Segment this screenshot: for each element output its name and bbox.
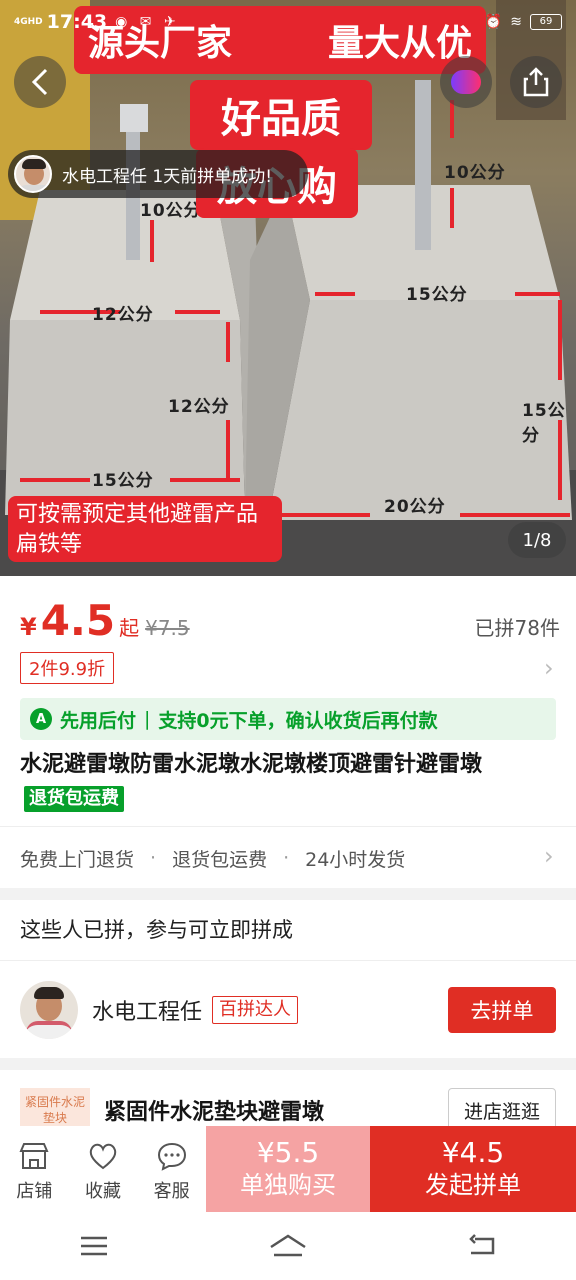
divider (0, 960, 576, 961)
start-group-button[interactable]: ¥4.5 发起拼单 (370, 1126, 576, 1212)
buy-single-button[interactable]: ¥5.5 单独购买 (206, 1126, 370, 1212)
customer-service-label: 客服 (153, 1181, 190, 1202)
recent-group-toast: 水电工程任 1天前拼单成功! (8, 150, 308, 198)
action-icons: 店铺 收藏 客服 (0, 1126, 206, 1212)
price-row: ¥ 4.5 起 ¥7.5 已拼78件 (20, 596, 560, 656)
service-separator: · (150, 847, 157, 869)
service-item: 24小时发货 (305, 848, 406, 871)
store-label: 店铺 (16, 1181, 53, 1202)
product-title-text: 水泥避雷墩防雷水泥墩水泥墩楼顶避雷针避雷墩 (20, 752, 483, 777)
home-icon[interactable] (268, 1233, 308, 1259)
chevron-right-icon[interactable]: › (544, 654, 554, 682)
promo-banner-quality: 好品质 (190, 80, 372, 150)
service-item: 免费上门退货 (20, 848, 135, 871)
pay-later-text: 支持0元下单，确认收货后再付款 (158, 709, 438, 732)
avatar (20, 981, 78, 1039)
section-gap (0, 888, 576, 900)
pay-later-banner[interactable]: A 先用后付 | 支持0元下单，确认收货后再付款 (20, 698, 556, 740)
status-bar: 4GHD 17:43 ◉ ✉ ✈ ⏰ ≋ 69 (0, 0, 576, 44)
dimension-label: 15公分 (522, 401, 566, 446)
dimension-label: 15公分 (92, 471, 154, 491)
currency-symbol: ¥ (20, 613, 37, 641)
wifi-icon: ≋ (510, 14, 522, 30)
promo-banner-custom-order: 可按需预定其他避雷产品扁铁等 (8, 496, 282, 562)
dimension-label: 15公分 (406, 285, 468, 305)
price-from-label: 起 (119, 616, 140, 640)
image-page-indicator: 1/8 (508, 522, 566, 558)
pay-later-label: 先用后付 (60, 709, 137, 732)
service-separator: · (283, 847, 290, 869)
chat-bubble-icon (157, 1142, 186, 1171)
single-price: ¥5.5 (256, 1136, 320, 1169)
divider (0, 826, 576, 827)
bottom-action-bar: 店铺 收藏 客服 ¥5.5 单独购买 ¥4.5 发起拼单 (0, 1126, 576, 1212)
start-group-label: 发起拼单 (425, 1171, 521, 1199)
product-detail-page: 10公分 10公分 12公分 15公分 12公分 15公分 15公分 20公分 … (0, 0, 576, 1280)
pay-later-icon: A (30, 708, 52, 730)
price-value: 4.5 (40, 596, 116, 645)
store-icon (19, 1143, 49, 1169)
favorite-button[interactable]: 收藏 (85, 1141, 121, 1203)
free-return-tag: 退货包运费 (24, 786, 124, 812)
share-icon (523, 67, 549, 97)
chevron-right-icon[interactable]: › (544, 842, 554, 870)
favorite-label: 收藏 (84, 1181, 121, 1202)
store-button[interactable]: 店铺 (16, 1141, 52, 1203)
sold-count: 已拼78件 (474, 616, 560, 640)
dimension-label: 10公分 (140, 201, 202, 221)
original-price: ¥7.5 (145, 616, 190, 640)
video-button[interactable] (440, 56, 492, 108)
shop-name[interactable]: 紧固件水泥垫块避雷墩 (104, 1094, 324, 1126)
notification-icons: ◉ ✉ ✈ (115, 14, 180, 30)
group-user-row: 水电工程任 百拼达人 去拼单 (20, 980, 556, 1040)
chevron-left-icon (31, 68, 48, 96)
dimension-label: 10公分 (444, 163, 506, 183)
back-button[interactable] (14, 56, 66, 108)
group-price: ¥4.5 (441, 1136, 505, 1169)
dimension-label: 12公分 (168, 397, 230, 417)
group-user-badge: 百拼达人 (212, 996, 299, 1024)
customer-service-button[interactable]: 客服 (154, 1141, 190, 1203)
dimension-label: 20公分 (384, 497, 446, 517)
heart-icon (89, 1143, 117, 1170)
dimension-label: 12公分 (92, 305, 154, 325)
video-live-icon (451, 70, 481, 94)
battery-icon: 69 (530, 14, 562, 30)
group-user-name: 水电工程任 (92, 1000, 203, 1025)
group-section-heading: 这些人已拼，参与可立即拼成 (20, 918, 293, 942)
pay-later-separator: | (144, 708, 151, 730)
service-item: 退货包运费 (172, 848, 268, 871)
product-image-carousel[interactable]: 10公分 10公分 12公分 15公分 12公分 15公分 15公分 20公分 … (0, 0, 576, 576)
single-buy-label: 单独购买 (240, 1171, 336, 1199)
status-time: 17:43 (46, 11, 108, 33)
network-indicator: 4GHD (14, 17, 43, 27)
recent-group-text: 水电工程任 1天前拼单成功! (62, 166, 273, 187)
menu-icon[interactable] (79, 1234, 109, 1258)
system-navigation-bar (0, 1212, 576, 1280)
share-button[interactable] (510, 56, 562, 108)
join-group-button[interactable]: 去拼单 (448, 987, 556, 1033)
alarm-icon: ⏰ (484, 14, 503, 30)
back-nav-icon[interactable] (467, 1233, 497, 1259)
avatar (14, 155, 52, 193)
product-title: 水泥避雷墩防雷水泥墩水泥墩楼顶避雷针避雷墩退货包运费 (20, 748, 556, 816)
service-guarantees-row[interactable]: 免费上门退货 · 退货包运费 · 24小时发货 (20, 840, 556, 876)
section-gap (0, 1058, 576, 1070)
discount-tag[interactable]: 2件9.9折 (20, 652, 115, 684)
